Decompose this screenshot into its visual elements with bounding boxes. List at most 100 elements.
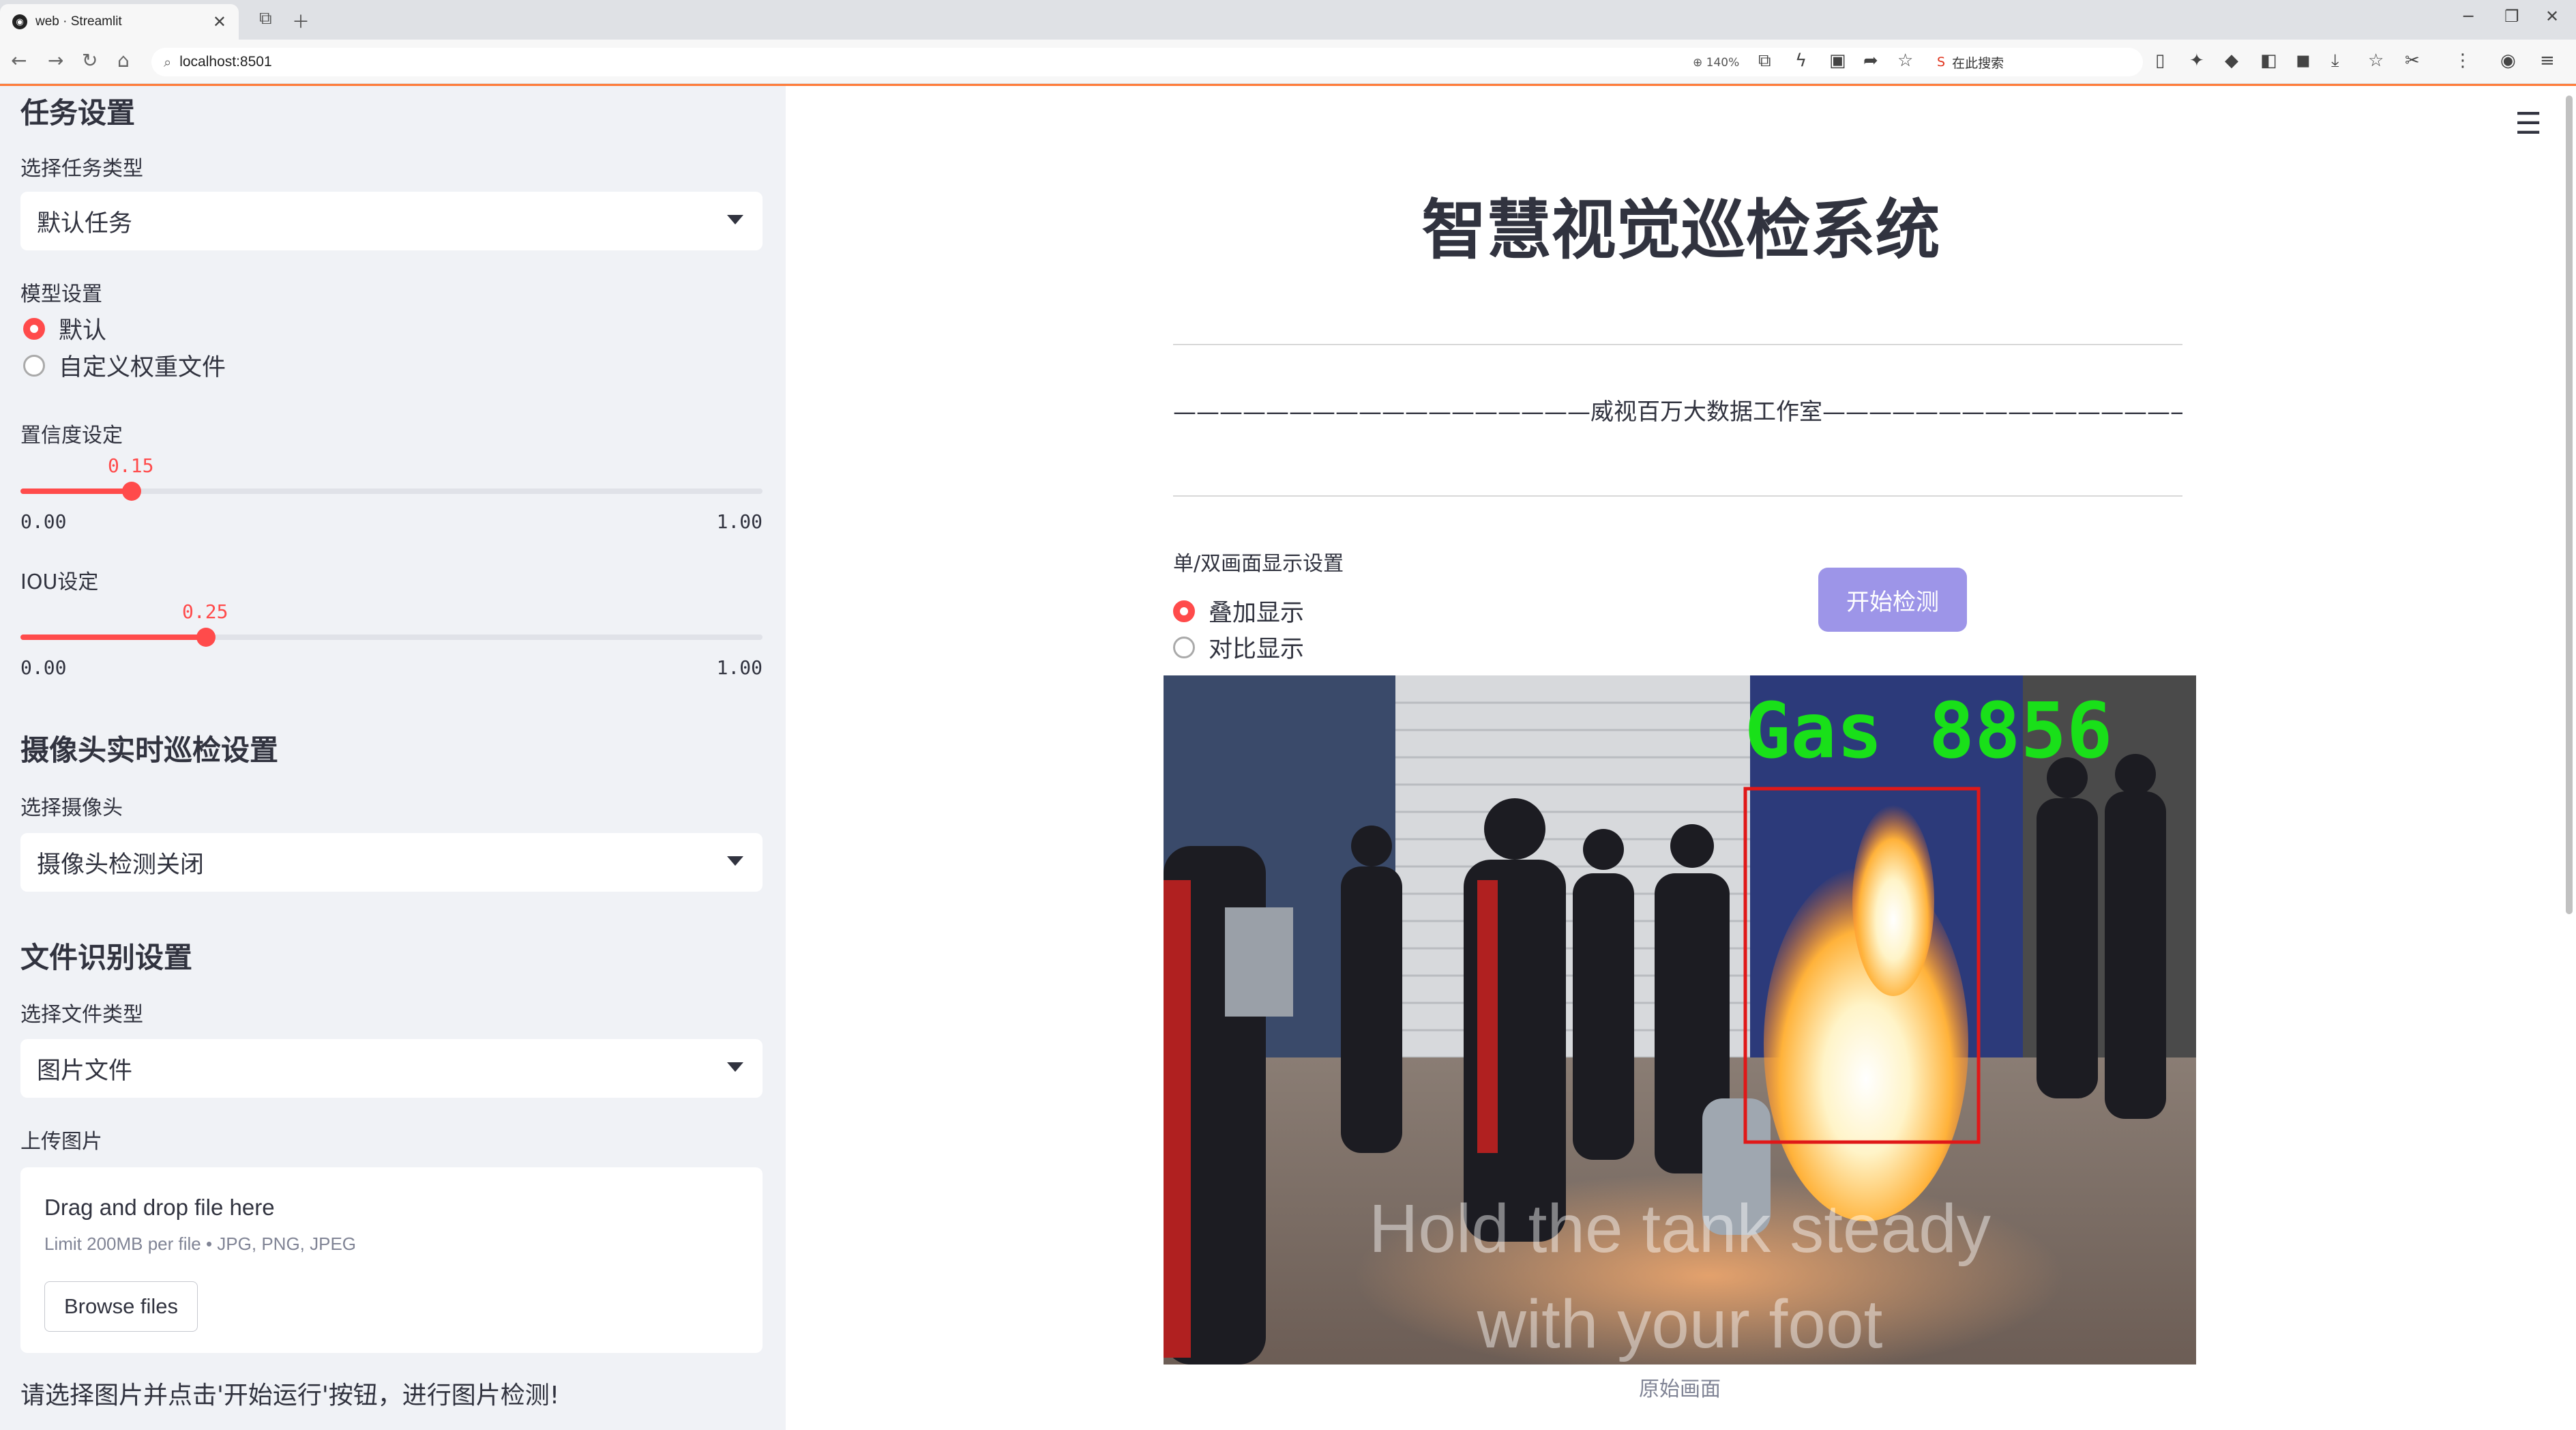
model-radio-custom[interactable]: 自定义权重文件 (23, 348, 226, 383)
browser-search[interactable]: S 在此搜索 (1937, 52, 2142, 72)
chevron-down-icon (727, 856, 743, 866)
divider (1173, 495, 2182, 497)
star-outline-icon[interactable]: ☆ (1897, 50, 1913, 71)
back-icon[interactable]: ← (11, 49, 27, 72)
reload-icon[interactable]: ↻ (82, 49, 98, 72)
main-content: ☰ 智慧视觉巡检系统 ——————————————————威视百万大数据工作室—… (786, 86, 2576, 1430)
image-caption: 原始画面 (1639, 1377, 1721, 1401)
zoom-value: 140% (1706, 56, 1740, 70)
file-type-value: 图片文件 (37, 1057, 133, 1085)
radio-unselected-icon (1173, 636, 1195, 658)
display-radio-overlay[interactable]: 叠加显示 (1173, 594, 1304, 628)
url-text: localhost:8501 (179, 54, 272, 70)
divider (1173, 344, 2182, 345)
search-placeholder: 在此搜索 (1952, 55, 2004, 71)
upload-limit: Limit 200MB per file • JPG, PNG, JPEG (44, 1234, 357, 1254)
iou-slider[interactable] (20, 628, 763, 647)
zoom-icon: ⊕ (1693, 56, 1706, 70)
radio-selected-icon (1173, 600, 1195, 622)
chevron-down-icon (727, 215, 743, 224)
search-icon: ⌕ (164, 54, 172, 70)
minimize-icon[interactable]: ─ (2463, 7, 2473, 26)
camera-settings-header: 摄像头实时巡检设置 (20, 733, 279, 767)
scissors-icon[interactable]: ✂ (2405, 50, 2420, 71)
extension-square-icon[interactable]: ◧ (2260, 50, 2277, 71)
slider-max: 1.00 (716, 510, 763, 533)
streamlit-favicon-icon: ◉ (12, 14, 27, 29)
slider-min: 0.00 (20, 656, 67, 679)
profile-avatar-icon[interactable]: ◉ (2500, 50, 2516, 71)
new-tab-icon[interactable]: ＋ (292, 8, 310, 33)
camera-label: 选择摄像头 (20, 796, 123, 820)
radio-label: 自定义权重文件 (59, 354, 226, 381)
more-vertical-icon[interactable]: ⋮ (2454, 50, 2472, 71)
radio-label: 叠加显示 (1209, 600, 1305, 627)
confidence-label: 置信度设定 (20, 424, 123, 448)
slider-min: 0.00 (20, 510, 67, 533)
radio-label: 默认 (59, 317, 107, 345)
detection-scene: Gas 8856 Hold the tank steady with your … (1164, 675, 2196, 1365)
slider-fill (20, 634, 206, 640)
extension-dark-icon[interactable]: ◼ (2296, 50, 2311, 71)
zoom-level[interactable]: ⊕ 140% (1693, 56, 1739, 70)
display-radio-compare[interactable]: 对比显示 (1173, 630, 1304, 665)
page-subtitle: ——————————————————威视百万大数据工作室————————————… (1173, 398, 2182, 426)
file-uploader-dropzone[interactable]: Drag and drop file here Limit 200MB per … (20, 1167, 763, 1353)
radio-label: 对比显示 (1209, 636, 1305, 663)
close-window-icon[interactable]: ✕ (2545, 7, 2559, 26)
camera-select[interactable]: 摄像头检测关闭 (20, 833, 763, 892)
hamburger-menu-icon[interactable]: ☰ (2515, 106, 2542, 141)
share-icon[interactable]: ➦ (1863, 50, 1878, 71)
task-settings-header: 任务设置 (20, 96, 136, 130)
browser-tabbar: ◉ web · Streamlit ✕ ⧉ ＋ ─ ❐ ✕ (0, 0, 2576, 40)
page-scrollbar[interactable] (2566, 96, 2573, 914)
slider-fill (20, 488, 132, 494)
restore-icon[interactable]: ❐ (2504, 7, 2519, 26)
file-settings-header: 文件识别设置 (20, 941, 193, 974)
menu-icon[interactable]: ≡ (2540, 50, 2555, 71)
slider-thumb[interactable] (196, 628, 216, 647)
slider-thumb[interactable] (122, 482, 141, 501)
extension-color-icon[interactable]: ✦ (2189, 50, 2204, 71)
upload-label: 上传图片 (20, 1130, 102, 1154)
confidence-value: 0.15 (108, 454, 154, 477)
download-icon[interactable]: ⤓ (2331, 50, 2339, 72)
capture-icon[interactable]: ▣ (1829, 50, 1846, 71)
tab-close-icon[interactable]: ✕ (213, 12, 226, 31)
iou-value: 0.25 (182, 600, 228, 623)
task-type-value: 默认任务 (37, 209, 133, 237)
camera-value: 摄像头检测关闭 (37, 851, 205, 879)
radio-selected-icon (23, 317, 45, 340)
iou-label: IOU设定 (20, 570, 99, 594)
detection-image: Gas 8856 Hold the tank steady with your … (1164, 675, 2196, 1365)
chevron-down-icon (727, 1062, 743, 1072)
browser-tab[interactable]: ◉ web · Streamlit ✕ (0, 4, 239, 40)
browse-files-button[interactable]: Browse files (44, 1281, 198, 1332)
sidebar-instructions: 请选择图片并点击'开始运行'按钮，进行图片检测! (20, 1382, 560, 1410)
bookmark-icon[interactable]: ☆ (2368, 50, 2384, 71)
page-title: 智慧视觉巡检系统 (1421, 193, 1940, 268)
lightning-icon[interactable]: ϟ (1795, 50, 1807, 71)
detection-label: Gas 8856 (1745, 687, 2112, 776)
model-settings-label: 模型设置 (20, 282, 102, 306)
slider-max: 1.00 (716, 656, 763, 679)
upload-title: Drag and drop file here (44, 1195, 275, 1220)
home-icon[interactable]: ⌂ (117, 49, 130, 72)
phone-icon[interactable]: ▯ (2155, 50, 2165, 71)
video-subtitle-line2: with your foot (1477, 1286, 1883, 1362)
model-radio-default[interactable]: 默认 (23, 311, 106, 346)
task-type-select[interactable]: 默认任务 (20, 192, 763, 250)
forward-icon[interactable]: → (48, 49, 63, 72)
tab-list-icon[interactable]: ⧉ (259, 8, 272, 29)
confidence-slider[interactable] (20, 482, 763, 501)
display-mode-label: 单/双画面显示设置 (1173, 552, 1344, 576)
start-detection-button[interactable]: 开始检测 (1818, 568, 1967, 632)
extension-blue-icon[interactable]: ◆ (2225, 50, 2238, 71)
address-bar: ← → ↻ ⌂ ⌕ localhost:8501 ⊕ 140% ⧉ ϟ ▣ ➦ … (0, 40, 2576, 84)
radio-unselected-icon (23, 354, 45, 377)
sidebar: 任务设置 选择任务类型 默认任务 模型设置 默认 自定义权重文件 置信度设定 0… (0, 86, 786, 1430)
translate-icon[interactable]: ⧉ (1758, 50, 1771, 72)
task-type-label: 选择任务类型 (20, 157, 143, 181)
tab-title: web · Streamlit (35, 14, 122, 29)
file-type-select[interactable]: 图片文件 (20, 1039, 763, 1098)
